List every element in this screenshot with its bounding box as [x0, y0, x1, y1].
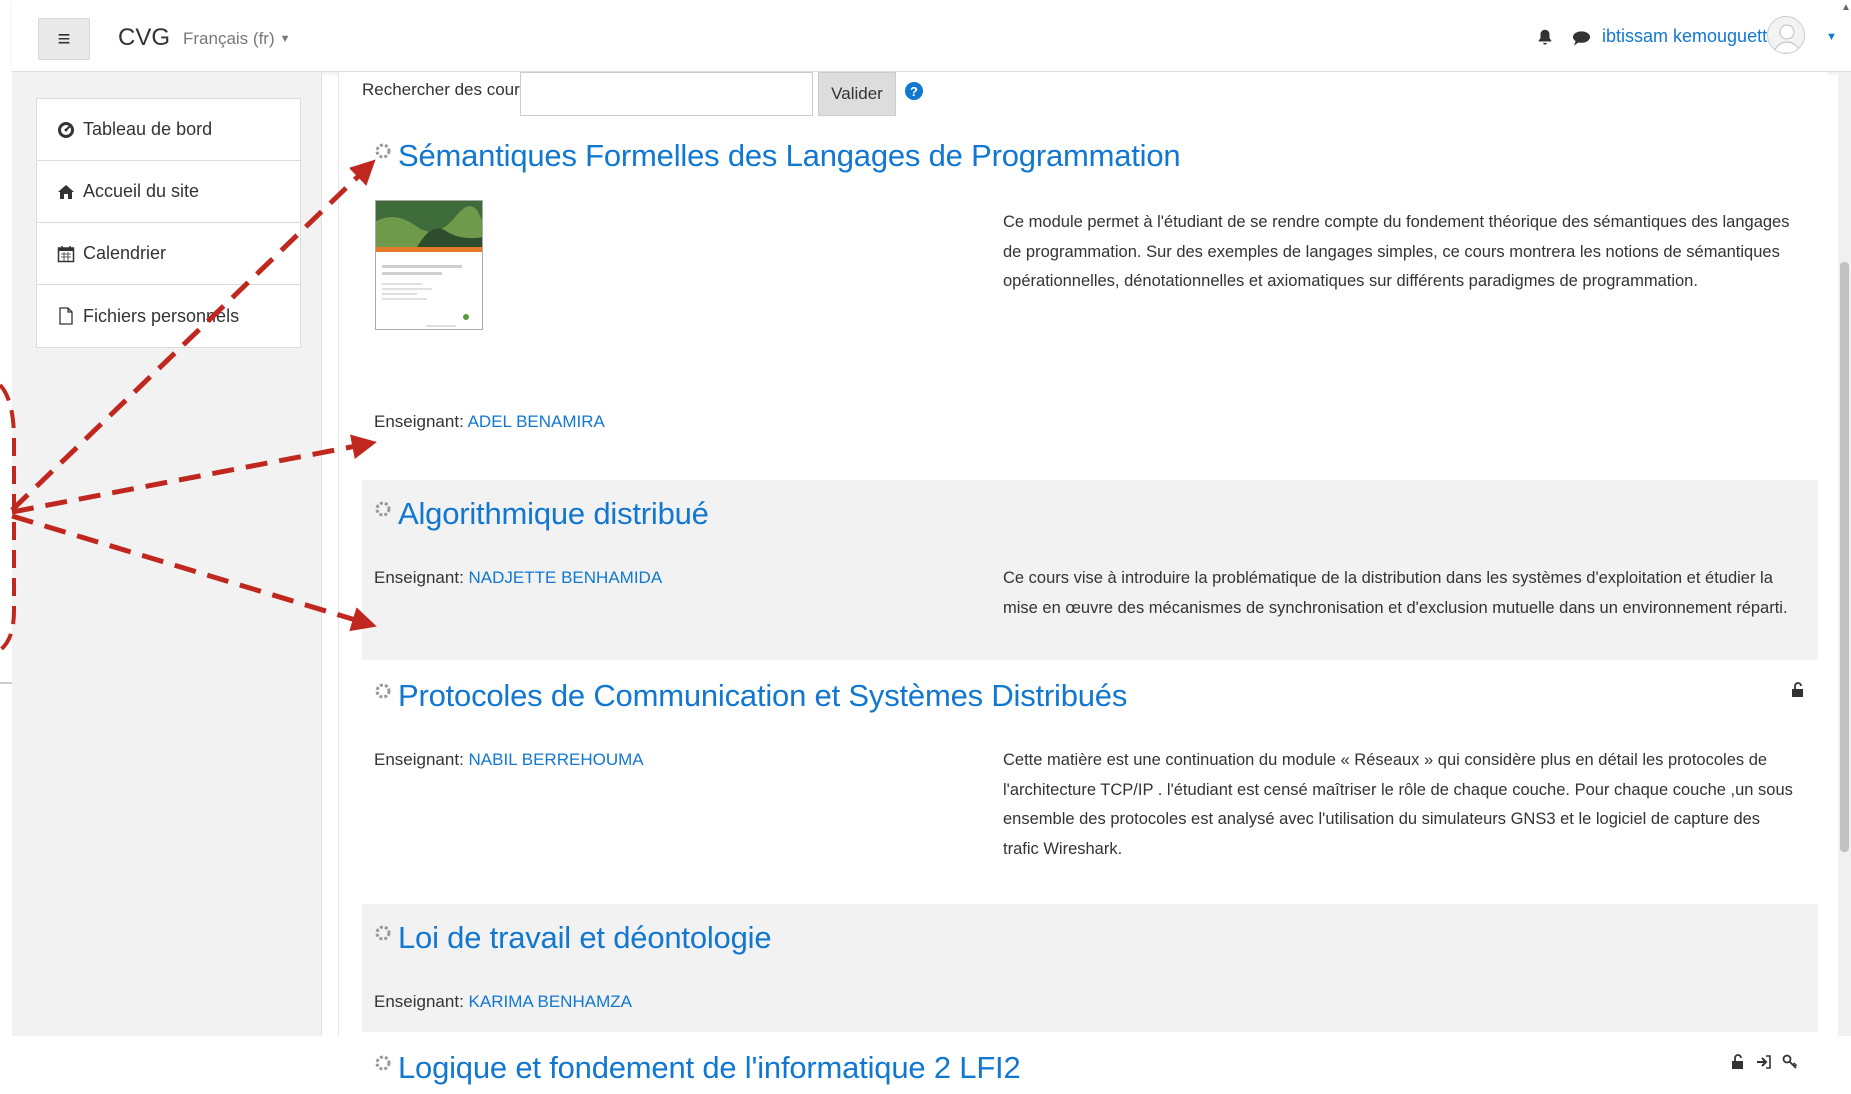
course-title: Sémantiques Formelles des Langages de Pr…: [398, 138, 1181, 173]
teacher-link[interactable]: KARIMA BENHAMZA: [469, 992, 632, 1011]
bell-icon[interactable]: [1536, 28, 1554, 46]
avatar[interactable]: [1767, 16, 1805, 54]
teacher-label: Enseignant:: [374, 750, 464, 769]
unlock-icon[interactable]: [1730, 1054, 1746, 1070]
course-enrolment-icons: [1790, 682, 1806, 698]
teacher-link[interactable]: NABIL BERREHOUMA: [469, 750, 644, 769]
course-title: Algorithmique distribué: [398, 496, 709, 531]
sidebar-item-calendar[interactable]: Calendrier: [37, 223, 300, 285]
teacher-label: Enseignant:: [374, 568, 464, 587]
course-title-link[interactable]: Sémantiques Formelles des Langages de Pr…: [374, 138, 1181, 174]
sidebar-item-label: Calendrier: [83, 243, 167, 263]
sidebar-item-label: Accueil du site: [83, 181, 200, 201]
course-title: Logique et fondement de l'informatique 2…: [398, 1050, 1021, 1085]
language-menu[interactable]: Français (fr) ▼: [183, 29, 291, 49]
key-icon[interactable]: [1782, 1054, 1798, 1070]
chevron-down-icon: ▼: [279, 33, 291, 45]
course-box: Sémantiques Formelles des Langages de Pr…: [362, 122, 1818, 467]
course-summary: Ce cours vise à introduire la problémati…: [1003, 569, 1788, 617]
course-search-label: Rechercher des cours: [362, 80, 529, 99]
help-icon[interactable]: ?: [905, 82, 923, 100]
course-title-link[interactable]: Algorithmique distribué: [374, 496, 709, 532]
course-box: Algorithmique distribué Enseignant: NADJ…: [362, 480, 1818, 660]
vertical-scrollbar[interactable]: [1838, 72, 1851, 1036]
course-teacher: Enseignant: KARIMA BENHAMZA: [374, 992, 632, 1012]
course-title: Loi de travail et déontologie: [398, 920, 772, 955]
teacher-link[interactable]: ADEL BENAMIRA: [468, 412, 605, 431]
sidebar-item-private-files[interactable]: Fichiers personnels: [37, 285, 300, 347]
course-icon: [375, 501, 391, 517]
dashboard-icon: [58, 121, 74, 138]
course-enrolment-icons: [1730, 1054, 1798, 1070]
course-teacher: Enseignant: NABIL BERREHOUMA: [374, 750, 644, 770]
course-cover-thumbnail: [376, 201, 482, 327]
drawer-toggle-button[interactable]: ≡: [38, 18, 90, 60]
sidebar-item-label: Tableau de bord: [83, 119, 213, 139]
course-teacher: Enseignant: NADJETTE BENHAMIDA: [374, 568, 662, 588]
scrollbar-thumb[interactable]: [1840, 262, 1849, 852]
sidebar-item-label: Fichiers personnels: [83, 305, 240, 326]
sidebar-item-home[interactable]: Accueil du site: [37, 161, 300, 223]
calendar-icon: [57, 245, 75, 262]
user-silhouette-icon: [1773, 24, 1801, 53]
chevron-down-icon[interactable]: ▼: [1826, 31, 1837, 43]
sidebar-item-dashboard[interactable]: Tableau de bord: [37, 99, 300, 161]
nav-drawer: Tableau de bord Accueil du site Calendri…: [12, 72, 322, 1036]
course-box: Protocoles de Communication et Systèmes …: [362, 662, 1818, 902]
scroll-up-arrow-icon[interactable]: ▲: [1841, 2, 1851, 13]
course-icon: [375, 1055, 391, 1071]
course-title: Protocoles de Communication et Systèmes …: [398, 678, 1128, 713]
teacher-label: Enseignant:: [374, 412, 464, 431]
language-label: Français (fr): [183, 29, 275, 48]
course-box: Loi de travail et déontologie Enseignant…: [362, 904, 1818, 1032]
hamburger-icon: ≡: [57, 26, 71, 51]
main-content: Rechercher des cours Valider ? Sémantiqu…: [338, 72, 1828, 1085]
search-submit-button[interactable]: Valider: [818, 72, 896, 116]
top-navbar: ≡ CVG Français (fr) ▼ ibtissam kemouguett…: [12, 0, 1851, 72]
user-menu-name[interactable]: ibtissam kemouguette: [1602, 26, 1777, 47]
course-box: Logique et fondement de l'informatique 2…: [362, 1034, 1818, 1094]
teacher-link[interactable]: NADJETTE BENHAMIDA: [469, 568, 663, 587]
course-summary: Cette matière est une continuation du mo…: [1003, 751, 1793, 858]
course-search-input[interactable]: [520, 72, 813, 116]
course-title-link[interactable]: Loi de travail et déontologie: [374, 920, 772, 956]
course-icon: [375, 143, 391, 159]
chat-bubble-icon[interactable]: [1572, 30, 1591, 46]
drawer-nav-list: Tableau de bord Accueil du site Calendri…: [36, 98, 301, 348]
course-overview-image[interactable]: [375, 200, 483, 330]
teacher-label: Enseignant:: [374, 992, 464, 1011]
site-name[interactable]: CVG: [118, 24, 170, 52]
sign-in-icon[interactable]: [1756, 1054, 1772, 1070]
course-teacher: Enseignant: ADEL BENAMIRA: [374, 412, 605, 432]
course-icon: [375, 683, 391, 699]
course-title-link[interactable]: Protocoles de Communication et Systèmes …: [374, 678, 1127, 714]
course-summary: Ce module permet à l'étudiant de se rend…: [1003, 213, 1790, 290]
home-icon: [58, 184, 74, 199]
file-icon: [59, 307, 73, 325]
course-title-link[interactable]: Logique et fondement de l'informatique 2…: [374, 1050, 1021, 1086]
unlock-icon[interactable]: [1790, 682, 1806, 698]
course-icon: [375, 925, 391, 941]
